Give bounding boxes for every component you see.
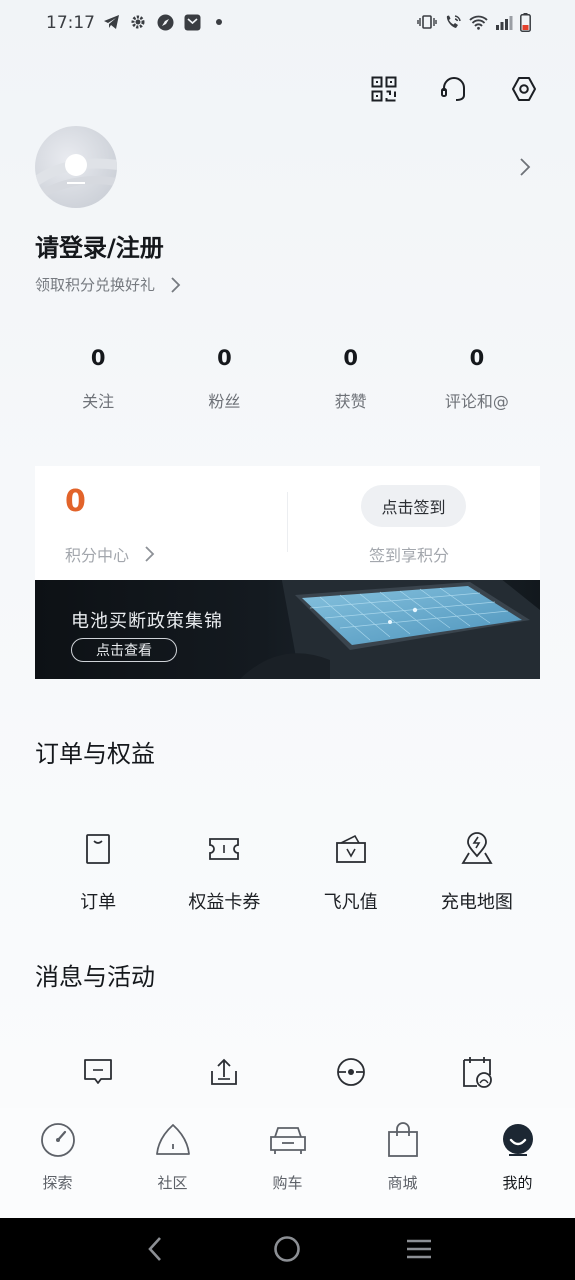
nav-label: 购车 — [272, 1174, 303, 1192]
orders-grid: 订单 权益卡券 飞凡值 充电地图 — [35, 832, 540, 914]
system-nav-bar — [0, 1218, 575, 1280]
stat-label: 粉丝 — [208, 392, 241, 411]
grid-item-label: 权益卡券 — [188, 892, 261, 913]
vibrate-icon — [417, 13, 437, 31]
message-icon — [81, 1055, 115, 1089]
orders-section-title: 订单与权益 — [35, 740, 155, 768]
calendar-icon — [460, 1055, 494, 1089]
banner-title: 电池买断政策集锦 — [71, 611, 223, 632]
grid-item-orders[interactable]: 订单 — [35, 832, 161, 914]
wallet-icon — [334, 832, 368, 866]
nav-label: 探索 — [42, 1174, 73, 1192]
community-icon — [154, 1121, 192, 1159]
stat-likes[interactable]: 0 获赞 — [288, 346, 414, 412]
stat-value: 0 — [90, 346, 106, 370]
points-card: 0 积分中心 点击签到 签到享积分 — [35, 466, 540, 581]
grid-item-label: 订单 — [80, 892, 117, 913]
steering-wheel-icon — [334, 1055, 368, 1089]
grid-item-share[interactable] — [161, 1055, 287, 1089]
login-register-link[interactable]: 请登录/注册 — [35, 228, 164, 263]
chevron-right-icon — [145, 546, 155, 562]
banner-view-button[interactable]: 点击查看 — [71, 638, 177, 662]
battery-pack-image — [240, 580, 540, 679]
grid-item-coupons[interactable]: 权益卡券 — [161, 832, 287, 914]
shopping-bag-icon — [384, 1121, 422, 1159]
stats-row: 0 关注 0 粉丝 0 获赞 0 评论和@ — [35, 346, 540, 412]
messages-section-title: 消息与活动 — [35, 963, 155, 991]
stat-fans[interactable]: 0 粉丝 — [161, 346, 287, 412]
coupon-icon — [207, 832, 241, 866]
qr-code-icon[interactable] — [369, 74, 399, 104]
avatar[interactable] — [35, 126, 117, 208]
points-center-link[interactable]: 积分中心 — [65, 542, 155, 566]
stat-value: 0 — [343, 346, 358, 370]
dot-icon — [210, 13, 228, 31]
recents-icon[interactable] — [399, 1229, 439, 1269]
status-left-icons — [102, 13, 228, 31]
points-gift-label: 领取积分兑换好礼 — [35, 276, 156, 294]
grid-item-label: 充电地图 — [440, 892, 513, 913]
stat-value: 0 — [469, 346, 485, 370]
status-bar: 17:17 — [0, 0, 575, 48]
wifi-call-icon — [444, 13, 462, 31]
headset-icon[interactable] — [439, 74, 469, 104]
explore-icon — [39, 1121, 77, 1159]
stat-label: 获赞 — [334, 392, 367, 411]
grid-item-messages[interactable] — [35, 1055, 161, 1089]
points-value: 0 — [65, 484, 86, 519]
compass-icon — [156, 13, 174, 31]
grid-item-feifan-value[interactable]: 飞凡值 — [288, 832, 414, 914]
wifi-icon — [469, 13, 488, 31]
checkin-button[interactable]: 点击签到 — [361, 485, 466, 527]
nav-label: 商城 — [387, 1174, 418, 1192]
nav-label: 社区 — [157, 1174, 188, 1192]
battery-icon — [520, 12, 531, 32]
home-icon[interactable] — [267, 1229, 307, 1269]
grid-item-events[interactable] — [414, 1055, 540, 1089]
points-center-label: 积分中心 — [65, 546, 130, 565]
checkin-hint: 签到享积分 — [369, 546, 450, 565]
nav-item-shop[interactable]: 商城 — [345, 1108, 460, 1218]
top-actions — [369, 74, 539, 104]
gear-icon — [129, 13, 147, 31]
nav-item-profile[interactable]: 我的 — [460, 1108, 575, 1218]
back-icon[interactable] — [136, 1229, 176, 1269]
share-icon — [207, 1055, 241, 1089]
chevron-right-icon — [171, 276, 181, 293]
nav-item-buy-car[interactable]: 购车 — [230, 1108, 345, 1218]
stat-comments[interactable]: 0 评论和@ — [414, 346, 540, 412]
messages-grid — [35, 1055, 540, 1089]
profile-icon — [499, 1121, 537, 1159]
points-gift-link[interactable]: 领取积分兑换好礼 — [35, 274, 181, 295]
stat-label: 评论和@ — [444, 392, 509, 411]
status-time: 17:17 — [46, 13, 95, 33]
battery-policy-banner[interactable]: 电池买断政策集锦 点击查看 — [35, 580, 540, 679]
profile-chevron-icon[interactable] — [515, 156, 535, 178]
status-right-icons — [417, 12, 531, 32]
bottom-nav: 探索 社区 购车 商城 我的 — [0, 1108, 575, 1218]
nav-label: 我的 — [502, 1174, 533, 1192]
charging-map-icon — [460, 832, 494, 866]
mail-icon — [183, 13, 201, 31]
settings-icon[interactable] — [509, 74, 539, 104]
nav-item-community[interactable]: 社区 — [115, 1108, 230, 1218]
signal-icon — [495, 13, 513, 31]
car-icon — [269, 1121, 307, 1159]
stat-following[interactable]: 0 关注 — [35, 346, 161, 412]
stat-value: 0 — [217, 346, 232, 370]
order-icon — [81, 832, 115, 866]
card-divider — [287, 492, 288, 552]
grid-item-charging-map[interactable]: 充电地图 — [414, 832, 540, 914]
nav-item-explore[interactable]: 探索 — [0, 1108, 115, 1218]
stat-label: 关注 — [82, 392, 115, 411]
grid-item-label: 飞凡值 — [323, 892, 378, 913]
grid-item-drive[interactable] — [288, 1055, 414, 1089]
telegram-icon — [102, 13, 120, 31]
